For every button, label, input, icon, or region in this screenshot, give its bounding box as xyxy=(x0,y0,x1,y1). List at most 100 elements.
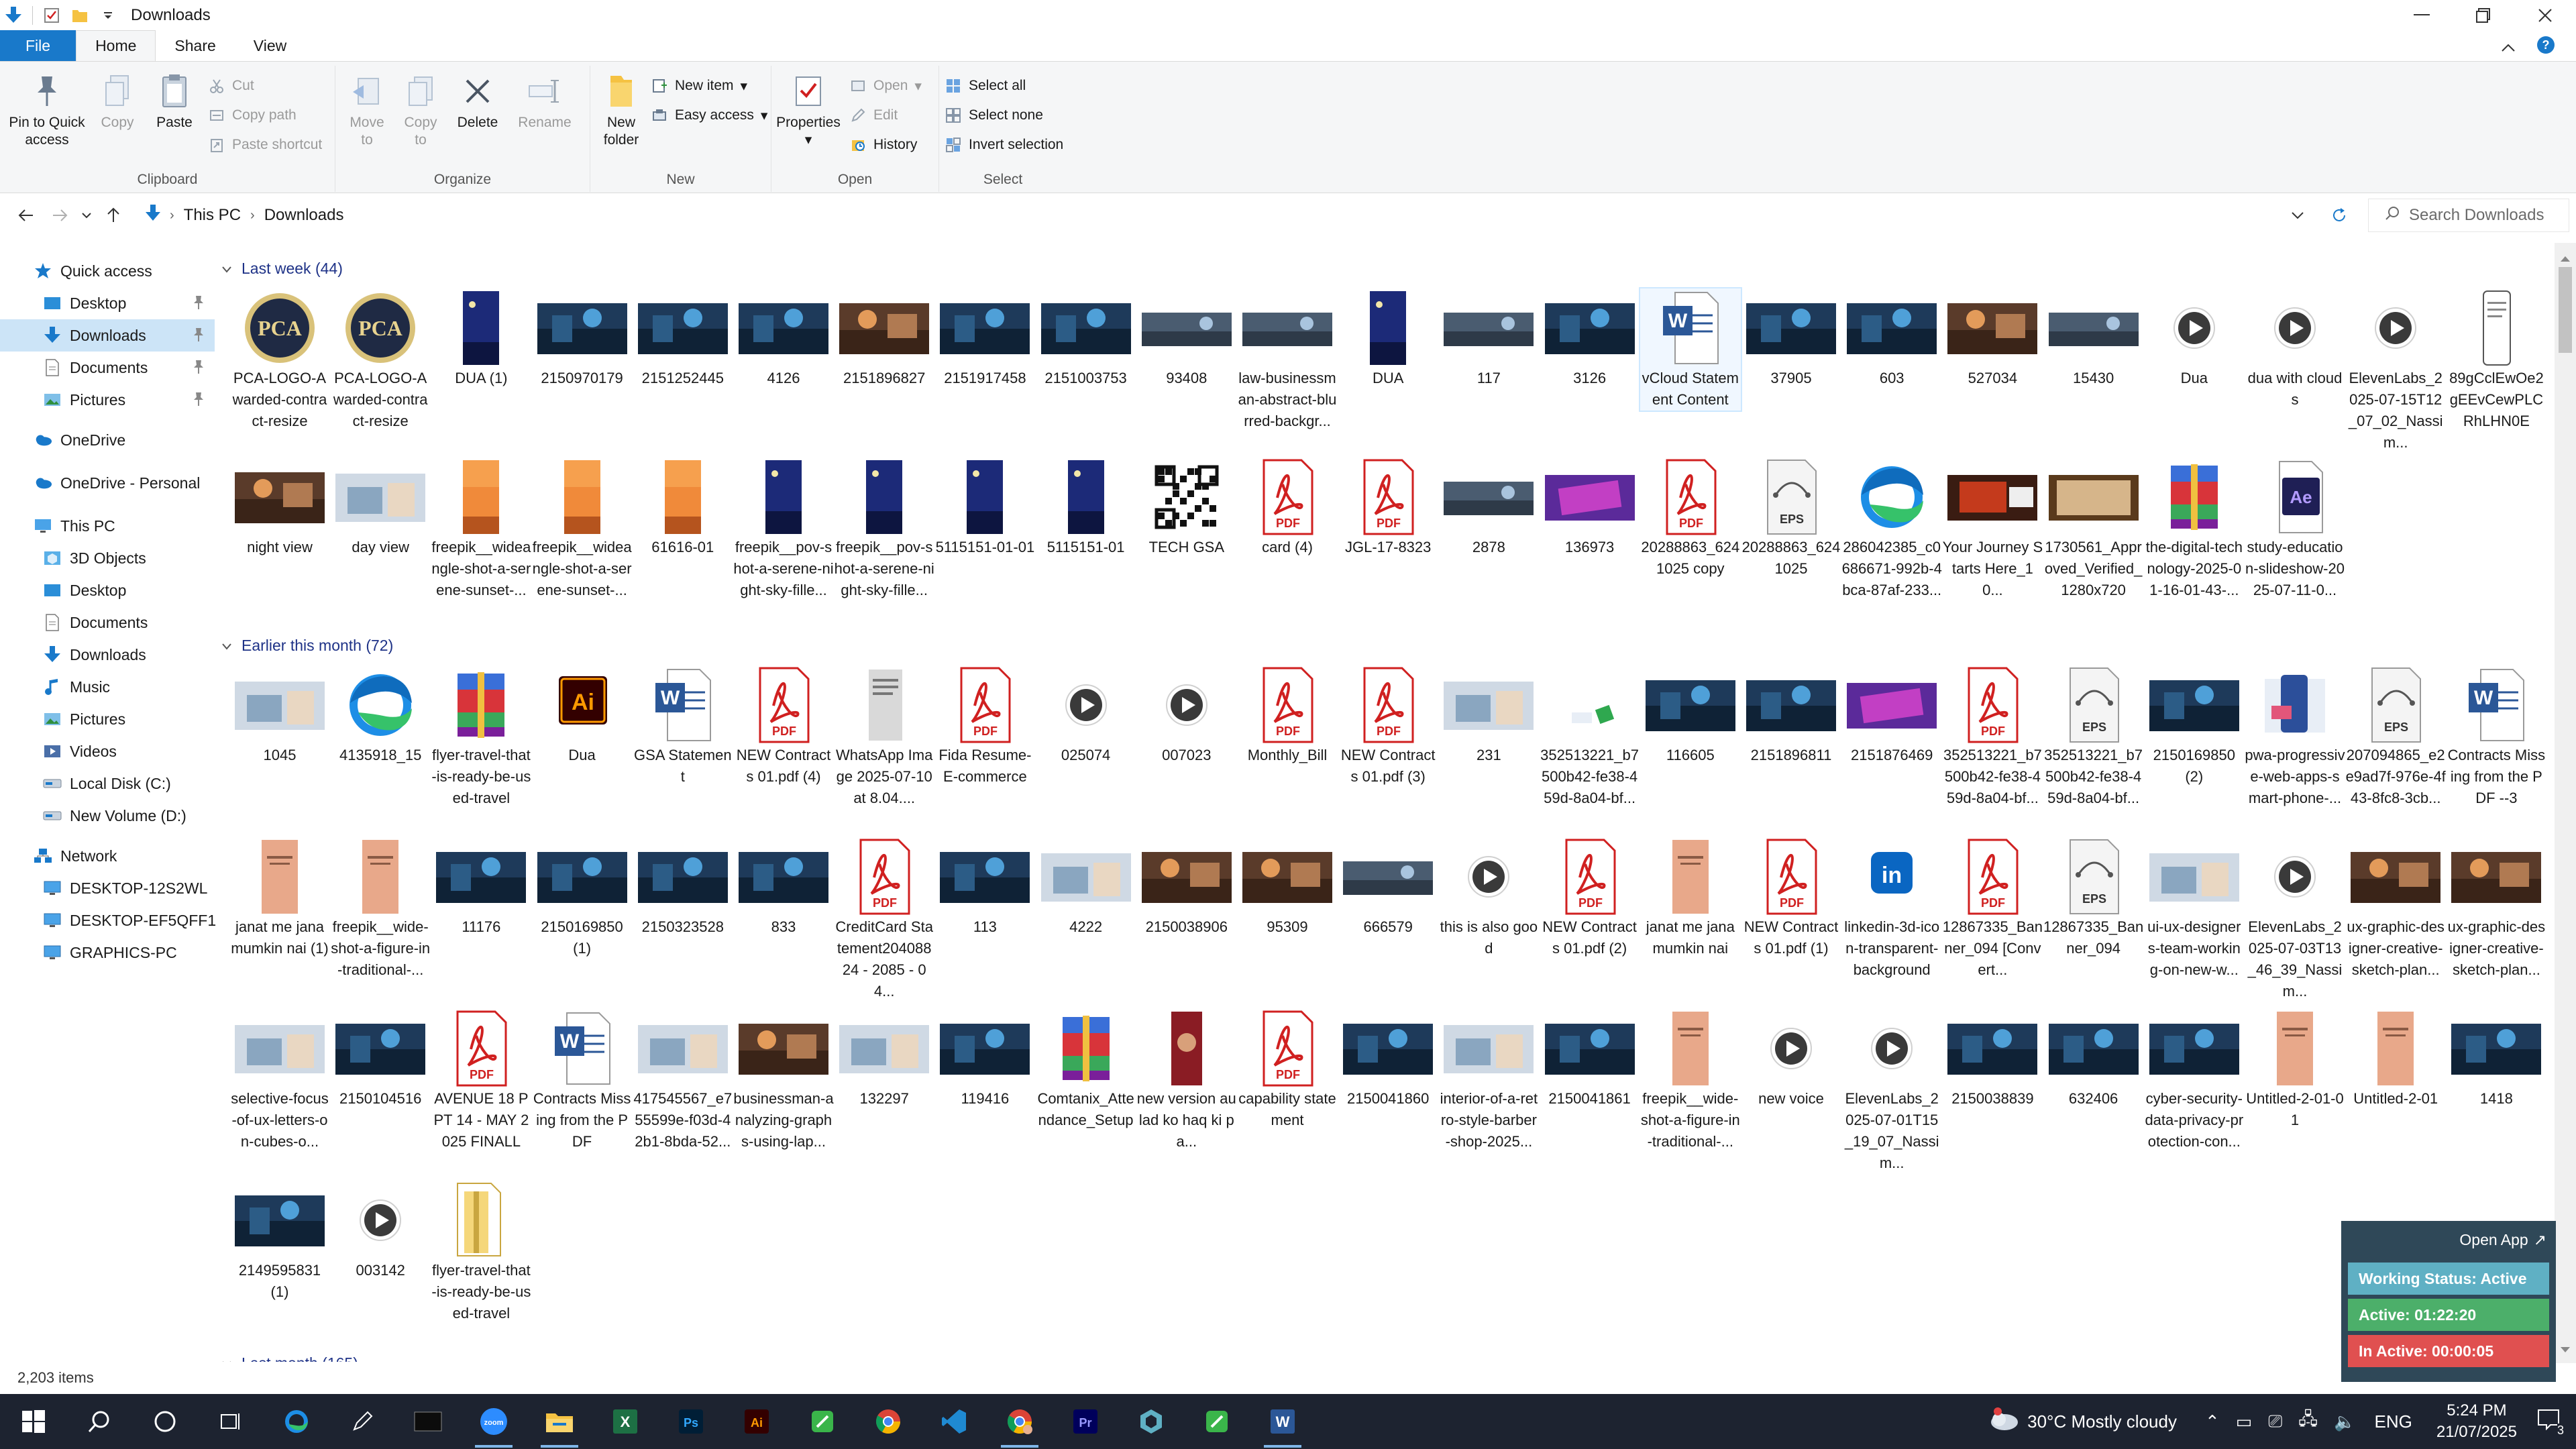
taskbar-file-explorer-icon[interactable] xyxy=(527,1394,592,1449)
taskbar-cortana-icon[interactable] xyxy=(133,1394,197,1449)
minimize-button[interactable] xyxy=(2391,0,2453,31)
file-tile[interactable]: law-businessman-abstract-blurred-backgr.… xyxy=(1237,288,1338,432)
file-tile[interactable]: 61616-01 xyxy=(633,458,733,558)
taskbar-premiere-icon[interactable]: Pr xyxy=(1053,1394,1118,1449)
file-tile[interactable]: 5115151-01-01 xyxy=(934,458,1035,558)
file-tile[interactable]: PDF 12867335_Banner_094 [Convert... xyxy=(1942,837,2043,981)
close-button[interactable] xyxy=(2514,0,2576,31)
file-tile[interactable]: 1418 xyxy=(2446,1009,2546,1110)
vertical-scrollbar[interactable] xyxy=(2555,243,2576,1363)
collapse-group-icon[interactable] xyxy=(221,637,232,655)
file-tile[interactable]: Your Journey Starts Here_10... xyxy=(1942,458,2043,601)
breadcrumb-downloads[interactable]: Downloads xyxy=(264,206,344,225)
file-tile[interactable]: 2151896827 xyxy=(834,288,934,389)
forward-button[interactable] xyxy=(43,199,76,232)
volume-icon[interactable]: 🔈 xyxy=(2334,1411,2355,1432)
help-icon[interactable]: ? xyxy=(2536,35,2556,60)
file-tile[interactable]: 527034 xyxy=(1942,288,2043,389)
file-tile[interactable]: PDF JGL-17-8323 xyxy=(1338,458,1438,558)
taskbar-zoom-icon[interactable]: zoom xyxy=(462,1394,526,1449)
file-tile[interactable]: flyer-travel-that-is-ready-be-used-trave… xyxy=(431,1181,531,1324)
nav-item-downloads[interactable]: Downloads xyxy=(0,639,215,671)
file-tile[interactable]: PDF Monthly_Bill xyxy=(1237,665,1338,766)
file-tile[interactable]: PDF Fida Resume-E-commerce xyxy=(934,665,1035,788)
notifications-icon[interactable]: 3 xyxy=(2537,1409,2564,1438)
paste-button[interactable]: Paste xyxy=(148,71,201,131)
file-tile[interactable]: ElevenLabs_2025-07-03T13_46_39_Nassim... xyxy=(2245,837,2345,1002)
taskbar-search-icon[interactable] xyxy=(67,1394,131,1449)
file-tile[interactable]: 93408 xyxy=(1136,288,1237,389)
file-tile[interactable]: freepik__wide-shot-a-figure-in-tradition… xyxy=(1640,1009,1741,1152)
file-tile[interactable]: cyber-security-data-privacy-protection-c… xyxy=(2144,1009,2245,1152)
file-tile[interactable]: businessman-analyzing-graphs-using-lap..… xyxy=(733,1009,834,1152)
taskbar-pen-icon[interactable] xyxy=(330,1394,394,1449)
file-tile[interactable]: 286042385_c0686671-992b-4bca-87af-233... xyxy=(1841,458,1942,601)
file-tile[interactable]: 666579 xyxy=(1338,837,1438,938)
file-tile[interactable]: 007023 xyxy=(1136,665,1237,766)
taskbar-phone-link-icon[interactable] xyxy=(1185,1394,1249,1449)
file-tile[interactable]: ui-ux-designers-team-working-on-new-w... xyxy=(2144,837,2245,981)
file-tile[interactable]: 231 xyxy=(1438,665,1539,766)
group-header[interactable]: Last week (44) xyxy=(221,255,343,282)
new-folder-icon[interactable] xyxy=(70,6,89,25)
open-button[interactable]: Open ▾ xyxy=(849,74,922,98)
network-status-icon[interactable]: 🖧 xyxy=(2298,1407,2318,1436)
taskbar-edge-icon[interactable] xyxy=(264,1394,329,1449)
taskbar-vscode-icon[interactable] xyxy=(922,1394,986,1449)
file-tile[interactable]: 2150104516 xyxy=(330,1009,431,1110)
file-tile[interactable]: 1730561_Approved_Verified_1280x720 xyxy=(2043,458,2144,601)
file-tile[interactable]: 003142 xyxy=(330,1181,431,1281)
file-tile[interactable]: PDF AVENUE 18 PPT 14 - MAY 2025 FINALL xyxy=(431,1009,531,1152)
file-tile[interactable]: 025074 xyxy=(1036,665,1136,766)
file-tile[interactable]: ux-graphic-designer-creative-sketch-plan… xyxy=(2446,837,2546,981)
history-button[interactable]: History xyxy=(849,133,917,157)
up-button[interactable] xyxy=(97,199,130,232)
breadcrumb-this-pc[interactable]: This PC xyxy=(184,206,241,225)
taskbar-excel-icon[interactable]: X xyxy=(593,1394,657,1449)
address-dropdown-button[interactable] xyxy=(2281,199,2314,232)
taskbar-terminal-icon[interactable] xyxy=(396,1394,460,1449)
nav-item-pictures[interactable]: Pictures xyxy=(0,703,215,735)
file-tile[interactable]: PDF NEW Contracts 01.pdf (3) xyxy=(1338,665,1438,788)
scroll-down-arrow-icon[interactable] xyxy=(2560,1339,2571,1358)
file-tile[interactable]: 119416 xyxy=(934,1009,1035,1110)
file-tile[interactable]: flyer-travel-that-is-ready-be-used-trave… xyxy=(431,665,531,809)
nav-item-onedrive-personal[interactable]: OneDrive - Personal xyxy=(0,467,215,499)
select-none-button[interactable]: Select none xyxy=(945,103,1043,127)
select-all-button[interactable]: Select all xyxy=(945,74,1026,98)
file-tile[interactable]: freepik__wideangle-shot-a-serene-sunset-… xyxy=(431,458,531,601)
file-tile[interactable]: 2150038906 xyxy=(1136,837,1237,938)
collapse-group-icon[interactable] xyxy=(221,260,232,278)
file-tile[interactable]: DUA (1) xyxy=(431,288,531,389)
nav-item-desktop-12s2wl[interactable]: DESKTOP-12S2WL xyxy=(0,872,215,904)
file-tile[interactable]: 632406 xyxy=(2043,1009,2144,1110)
paste-shortcut-button[interactable]: Paste shortcut xyxy=(208,133,322,157)
new-item-button[interactable]: New item ▾ xyxy=(651,74,747,98)
nav-item-onedrive[interactable]: OneDrive xyxy=(0,424,215,456)
file-tile[interactable]: pwa-progressive-web-apps-smart-phone-... xyxy=(2245,665,2345,809)
tab-file[interactable]: File xyxy=(0,30,76,61)
nav-item-music[interactable]: Music xyxy=(0,671,215,703)
file-tile[interactable]: EPS 352513221_b7500b42-fe38-459d-8a04-bf.… xyxy=(2043,665,2144,809)
easy-access-button[interactable]: Easy access ▾ xyxy=(651,103,767,127)
address-field[interactable]: › This PC › Downloads xyxy=(138,199,2332,232)
search-box[interactable]: Search Downloads xyxy=(2368,199,2569,232)
file-tile[interactable]: 2150970179 xyxy=(532,288,633,389)
file-tile[interactable]: 2151252445 xyxy=(633,288,733,389)
file-tile[interactable]: interior-of-a-retro-style-barber-shop-20… xyxy=(1438,1009,1539,1152)
file-tile[interactable]: Dua xyxy=(2144,288,2245,389)
file-tile[interactable]: 2151876469 xyxy=(1841,665,1942,766)
nav-item-pictures[interactable]: Pictures xyxy=(0,384,215,416)
taskbar-illustrator-icon[interactable]: Ai xyxy=(724,1394,789,1449)
file-tile[interactable]: 3126 xyxy=(1540,288,1640,389)
new-folder-button[interactable]: New folder xyxy=(594,71,648,149)
file-tile[interactable]: 2151003753 xyxy=(1036,288,1136,389)
file-tile[interactable]: selective-focus-of-ux-letters-on-cubes-o… xyxy=(229,1009,330,1152)
taskbar-app-icon[interactable] xyxy=(1119,1394,1183,1449)
file-tile[interactable]: ux-graphic-designer-creative-sketch-plan… xyxy=(2345,837,2446,981)
customize-toolbar-dropdown-icon[interactable] xyxy=(99,6,117,25)
refresh-button[interactable] xyxy=(2322,199,2356,232)
file-tile[interactable]: PDF 20288863_6241025 copy xyxy=(1640,458,1741,580)
nav-item-documents[interactable]: Documents xyxy=(0,352,215,384)
file-tile[interactable]: PDF NEW Contracts 01.pdf (1) xyxy=(1741,837,1841,959)
